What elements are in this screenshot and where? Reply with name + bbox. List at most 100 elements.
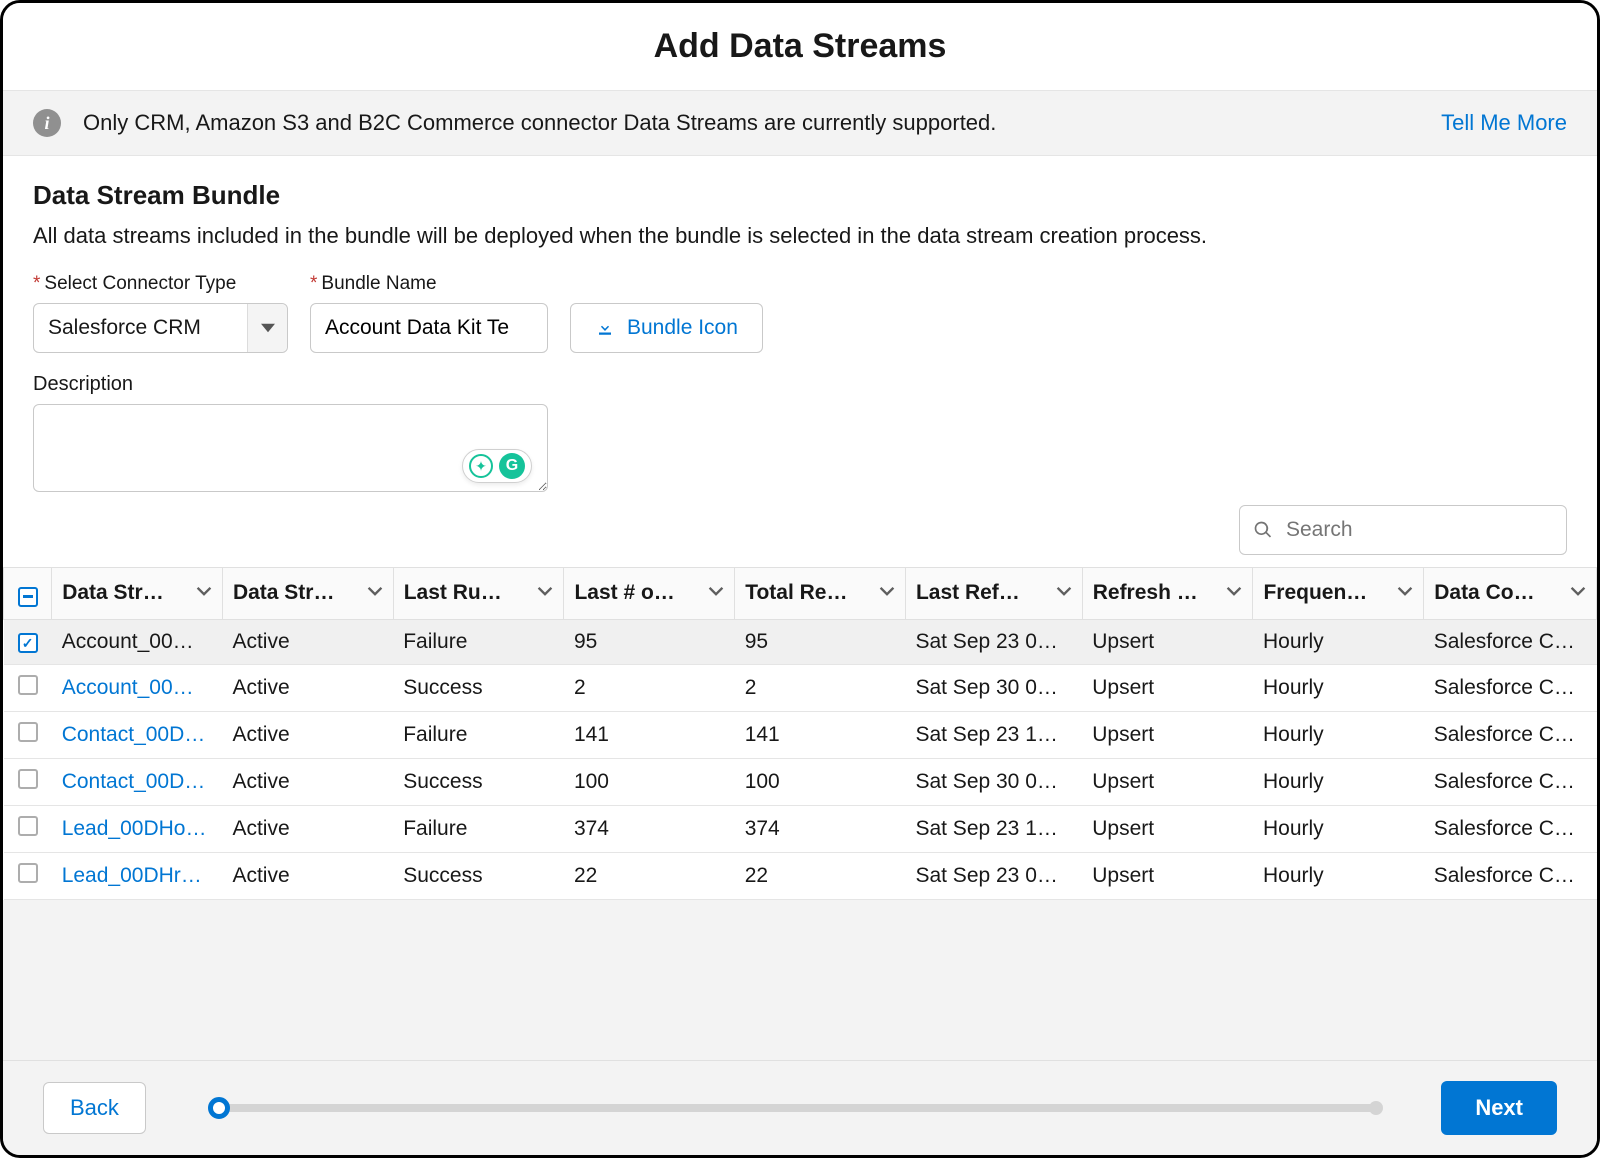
table-header-row: Data Str… Data Str… Last Ru… Last # o… T… xyxy=(4,568,1597,620)
progress-step-upcoming xyxy=(1369,1101,1383,1115)
table-cell: Upsert xyxy=(1082,758,1253,805)
table-cell: Active xyxy=(222,711,393,758)
grammarly-suggest-icon: ✦ xyxy=(469,454,493,478)
table-cell: Hourly xyxy=(1253,711,1424,758)
chevron-down-icon xyxy=(879,581,895,605)
info-message: Only CRM, Amazon S3 and B2C Commerce con… xyxy=(83,110,996,136)
grammarly-logo-icon: G xyxy=(499,453,525,479)
table-row[interactable]: Account_00…ActiveSuccess22Sat Sep 30 0…U… xyxy=(4,664,1597,711)
table-cell: 141 xyxy=(735,711,906,758)
chevron-down-icon xyxy=(247,304,287,352)
table-row[interactable]: Contact_00D…ActiveSuccess100100Sat Sep 3… xyxy=(4,758,1597,805)
modal-window: Add Data Streams i Only CRM, Amazon S3 a… xyxy=(0,0,1600,1158)
table-cell: Sat Sep 30 0… xyxy=(905,758,1082,805)
section-description: All data streams included in the bundle … xyxy=(33,223,1567,249)
row-checkbox[interactable] xyxy=(18,722,38,742)
data-streams-table: Data Str… Data Str… Last Ru… Last # o… T… xyxy=(3,567,1597,1060)
table-cell: Hourly xyxy=(1253,758,1424,805)
data-stream-name-cell[interactable]: Lead_00DHr… xyxy=(52,852,223,899)
modal-header: Add Data Streams xyxy=(3,3,1597,90)
table-cell: 100 xyxy=(735,758,906,805)
column-header[interactable]: Total Re… xyxy=(735,568,906,620)
table-cell: Success xyxy=(393,664,564,711)
table-cell: Salesforce C… xyxy=(1424,664,1597,711)
table-cell: Hourly xyxy=(1253,852,1424,899)
table-row[interactable]: Contact_00D…ActiveFailure141141Sat Sep 2… xyxy=(4,711,1597,758)
table-cell: Active xyxy=(222,805,393,852)
bundle-name-input[interactable] xyxy=(310,303,548,353)
table-cell: Salesforce C… xyxy=(1424,619,1597,664)
description-label: Description xyxy=(33,373,1567,396)
table-cell: Sat Sep 23 1… xyxy=(905,805,1082,852)
table-cell: Hourly xyxy=(1253,805,1424,852)
search-input[interactable] xyxy=(1239,505,1567,555)
section-title: Data Stream Bundle xyxy=(33,180,1567,211)
table-cell: Sat Sep 23 0… xyxy=(905,619,1082,664)
row-checkbox[interactable] xyxy=(18,633,38,653)
table-cell: Active xyxy=(222,852,393,899)
grammarly-widget[interactable]: ✦ G xyxy=(462,449,532,483)
data-stream-name-cell[interactable]: Lead_00DHo… xyxy=(52,805,223,852)
next-button[interactable]: Next xyxy=(1441,1081,1557,1135)
chevron-down-icon xyxy=(537,581,553,605)
connector-type-field: *Select Connector Type Salesforce CRM xyxy=(33,273,288,353)
row-checkbox[interactable] xyxy=(18,816,38,836)
progress-indicator xyxy=(210,1104,1377,1112)
info-banner: i Only CRM, Amazon S3 and B2C Commerce c… xyxy=(3,90,1597,156)
chevron-down-icon xyxy=(1570,581,1586,605)
table-cell: Failure xyxy=(393,711,564,758)
table-cell: Active xyxy=(222,664,393,711)
table-cell: 22 xyxy=(564,852,735,899)
table-cell: Upsert xyxy=(1082,619,1253,664)
column-header[interactable]: Last Ru… xyxy=(393,568,564,620)
table-cell: Upsert xyxy=(1082,711,1253,758)
bundle-name-label: *Bundle Name xyxy=(310,273,548,295)
download-icon xyxy=(595,319,615,337)
row-checkbox[interactable] xyxy=(18,675,38,695)
bundle-icon-button[interactable]: Bundle Icon xyxy=(570,303,763,353)
table-cell: 22 xyxy=(735,852,906,899)
column-header[interactable]: Data Co… xyxy=(1424,568,1597,620)
table-cell: Success xyxy=(393,852,564,899)
column-header[interactable]: Frequen… xyxy=(1253,568,1424,620)
data-stream-name-cell[interactable]: Account_00… xyxy=(52,664,223,711)
data-stream-name-cell[interactable]: Contact_00D… xyxy=(52,711,223,758)
data-stream-name-cell: Account_00… xyxy=(52,619,223,664)
column-header[interactable]: Last Ref… xyxy=(905,568,1082,620)
table-row[interactable]: Lead_00DHr…ActiveSuccess2222Sat Sep 23 0… xyxy=(4,852,1597,899)
column-header[interactable]: Data Str… xyxy=(52,568,223,620)
chevron-down-icon xyxy=(367,581,383,605)
table-row[interactable]: Account_00…ActiveFailure9595Sat Sep 23 0… xyxy=(4,619,1597,664)
bundle-name-field: *Bundle Name xyxy=(310,273,548,353)
table-row[interactable]: Lead_00DHo…ActiveFailure374374Sat Sep 23… xyxy=(4,805,1597,852)
select-all-checkbox[interactable] xyxy=(18,587,38,607)
chevron-down-icon xyxy=(1056,581,1072,605)
connector-type-label: *Select Connector Type xyxy=(33,273,288,295)
table-cell: Sat Sep 23 1… xyxy=(905,711,1082,758)
column-header[interactable]: Refresh … xyxy=(1082,568,1253,620)
row-checkbox[interactable] xyxy=(18,769,38,789)
table-cell: Sat Sep 30 0… xyxy=(905,664,1082,711)
connector-type-select[interactable]: Salesforce CRM xyxy=(33,303,288,353)
page-title: Add Data Streams xyxy=(3,27,1597,66)
column-header[interactable]: Data Str… xyxy=(222,568,393,620)
chevron-down-icon xyxy=(1226,581,1242,605)
chevron-down-icon xyxy=(1397,581,1413,605)
table-cell: Upsert xyxy=(1082,852,1253,899)
tell-me-more-link[interactable]: Tell Me More xyxy=(1441,110,1567,136)
table-cell: Failure xyxy=(393,619,564,664)
back-button[interactable]: Back xyxy=(43,1082,146,1134)
required-star-icon: * xyxy=(310,273,317,294)
chevron-down-icon xyxy=(196,581,212,605)
data-stream-name-cell[interactable]: Contact_00D… xyxy=(52,758,223,805)
table-cell: Upsert xyxy=(1082,664,1253,711)
info-icon: i xyxy=(33,109,61,137)
table-cell: Salesforce C… xyxy=(1424,711,1597,758)
table-cell: Active xyxy=(222,758,393,805)
table-cell: Hourly xyxy=(1253,619,1424,664)
table-cell: 141 xyxy=(564,711,735,758)
table-cell: 2 xyxy=(564,664,735,711)
column-header[interactable]: Last # o… xyxy=(564,568,735,620)
row-checkbox[interactable] xyxy=(18,863,38,883)
modal-footer: Back Next xyxy=(3,1060,1597,1155)
